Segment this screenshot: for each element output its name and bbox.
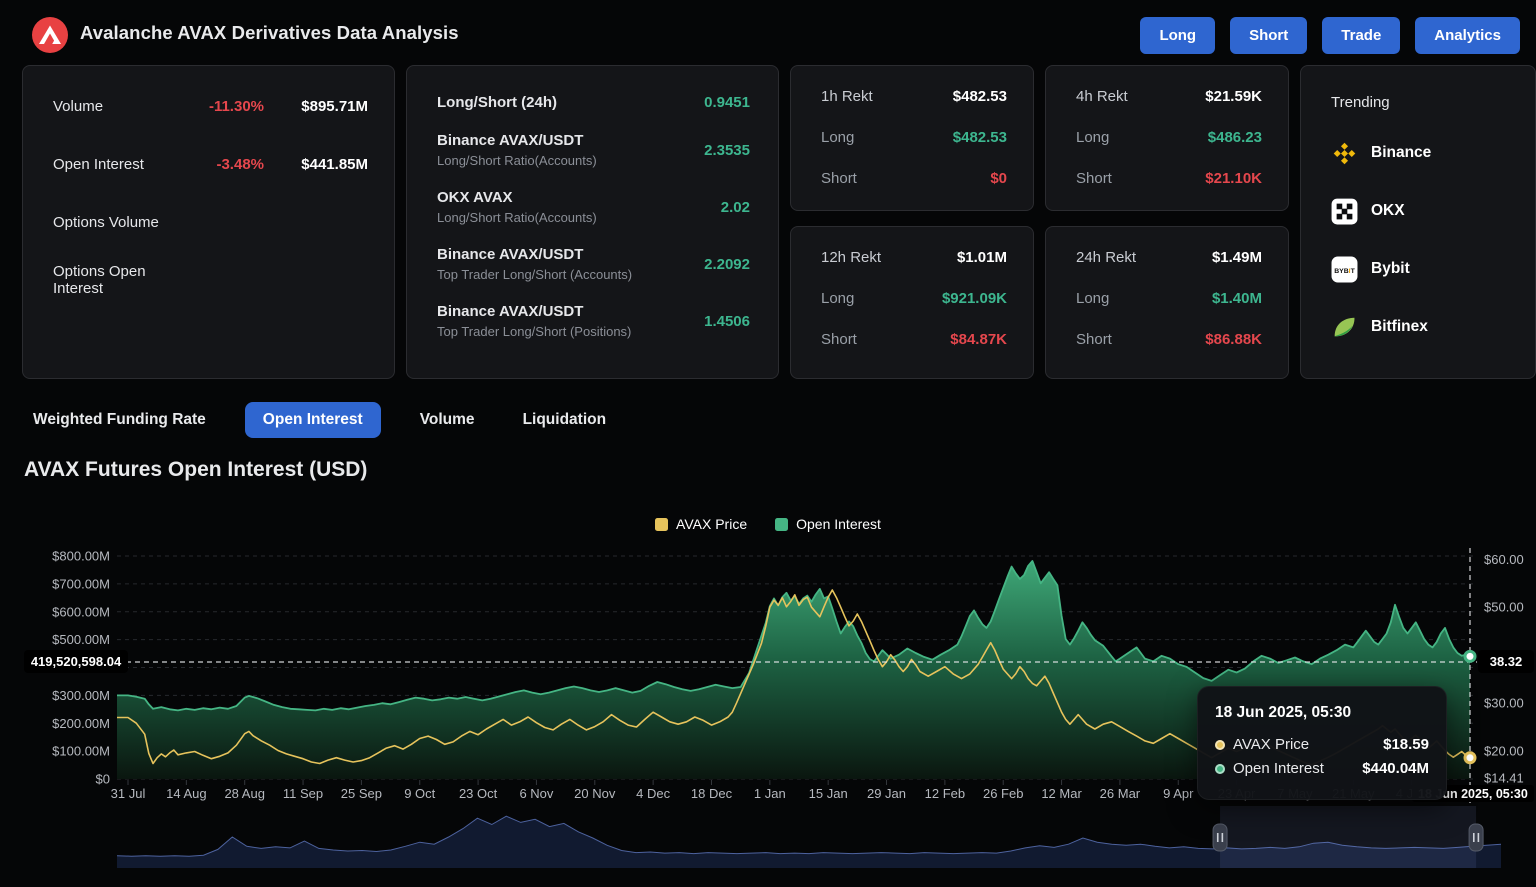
x-axis-tick-label: 29 Jan <box>867 786 906 801</box>
x-axis-tick-label: 12 Feb <box>925 786 965 801</box>
avax-price-marker-dot <box>1465 753 1475 763</box>
x-axis-tick-label: 11 Sep <box>283 786 323 801</box>
app: Avalanche AVAX Derivatives Data Analysis… <box>0 0 1536 887</box>
y-axis-tick-label: $100.00M <box>52 744 110 759</box>
x-axis-tick-label: 9 Apr <box>1163 786 1194 801</box>
tooltip-value: $18.59 <box>1383 736 1429 753</box>
y-axis-tick-label: $0 <box>96 772 110 787</box>
x-axis-tick-label: 20 Nov <box>574 786 616 801</box>
right-axis-tick-label: $20.00 <box>1484 744 1524 759</box>
open-interest-marker-dot <box>1465 651 1475 661</box>
x-axis-tick-label: 6 Nov <box>519 786 553 801</box>
navigator-handle-right[interactable] <box>1469 824 1483 851</box>
tooltip-value: $440.04M <box>1362 760 1429 777</box>
x-axis-tick-label: 14 Aug <box>166 786 207 801</box>
x-axis-tick-label: 26 Mar <box>1100 786 1141 801</box>
x-axis-tick-label: 26 Feb <box>983 786 1023 801</box>
tooltip-row-price: AVAX Price $18.59 <box>1215 736 1429 753</box>
x-axis-tick-label: 4 Dec <box>636 786 670 801</box>
x-axis-tick-label: 25 Sep <box>341 786 382 801</box>
chart-tooltip: 18 Jun 2025, 05:30 AVAX Price $18.59 Ope… <box>1197 686 1447 800</box>
tooltip-label: AVAX Price <box>1233 736 1375 753</box>
tooltip-label: Open Interest <box>1233 760 1354 777</box>
x-axis-tick-label: 31 Jul <box>111 786 146 801</box>
y-axis-tick-label: $300.00M <box>52 688 110 703</box>
y-axis-tick-label: $600.00M <box>52 604 110 619</box>
x-axis-tick-label: 23 Oct <box>459 786 498 801</box>
crosshair-left-label: 419,520,598.04 <box>24 650 128 673</box>
y-axis-tick-label: $500.00M <box>52 632 110 647</box>
crosshair-right-label: 38.32 <box>1478 650 1534 673</box>
right-axis-tick-label: $14.41 <box>1484 770 1524 785</box>
x-axis-tick-label: 28 Aug <box>224 786 265 801</box>
y-axis-tick-label: $700.00M <box>52 576 110 591</box>
y-axis-tick-label: $200.00M <box>52 716 110 731</box>
tooltip-row-open-interest: Open Interest $440.04M <box>1215 760 1429 777</box>
right-axis-tick-label: $30.00 <box>1484 696 1524 711</box>
x-axis-tick-label: 18 Dec <box>691 786 733 801</box>
tooltip-date: 18 Jun 2025, 05:30 <box>1215 704 1429 722</box>
navigator-handle-left[interactable] <box>1213 824 1227 851</box>
x-axis-tick-label: 15 Jan <box>809 786 848 801</box>
x-axis-tick-label: 12 Mar <box>1041 786 1082 801</box>
right-axis-tick-label: $50.00 <box>1484 600 1524 615</box>
open-interest-dot-icon <box>1215 764 1225 774</box>
y-axis-tick-label: $800.00M <box>52 549 110 564</box>
x-axis-tick-label: 1 Jan <box>754 786 786 801</box>
right-axis-tick-label: $60.00 <box>1484 552 1524 567</box>
price-dot-icon <box>1215 740 1225 750</box>
navigator-selection[interactable] <box>1220 806 1476 868</box>
x-axis-tick-label: 9 Oct <box>404 786 435 801</box>
